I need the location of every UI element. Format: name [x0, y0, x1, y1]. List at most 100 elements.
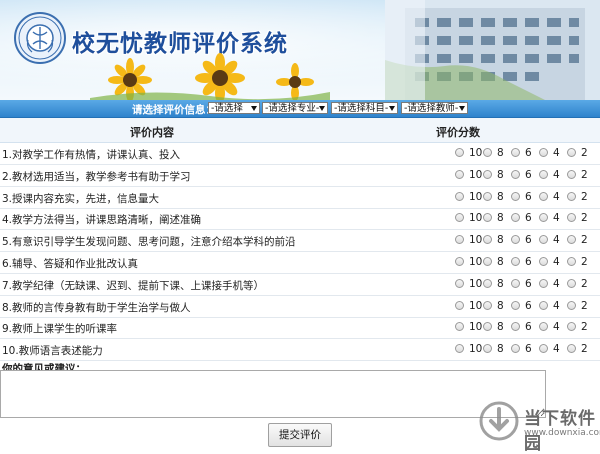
score-radio[interactable] — [539, 257, 548, 266]
score-radio[interactable] — [455, 169, 464, 179]
filter-select-subject[interactable]: -请选择科目- — [331, 102, 398, 114]
score-radio[interactable] — [567, 213, 576, 223]
score-radio[interactable] — [511, 322, 520, 332]
score-option[interactable]: 8 — [483, 234, 511, 247]
score-radio[interactable] — [455, 257, 464, 266]
score-option[interactable]: 8 — [483, 300, 511, 313]
score-option[interactable]: 4 — [539, 169, 567, 182]
score-option[interactable]: 6 — [511, 256, 539, 269]
score-option[interactable]: 10 — [455, 300, 483, 313]
score-option[interactable]: 8 — [483, 191, 511, 204]
score-option[interactable]: 6 — [511, 321, 539, 334]
score-option[interactable]: 2 — [567, 234, 595, 247]
score-radio[interactable] — [539, 191, 548, 201]
score-radio[interactable] — [567, 300, 576, 310]
score-radio[interactable] — [567, 148, 576, 157]
score-option[interactable]: 4 — [539, 343, 567, 356]
score-radio[interactable] — [511, 278, 520, 288]
score-option[interactable]: 10 — [455, 278, 483, 291]
score-option[interactable]: 10 — [455, 256, 483, 269]
score-option[interactable]: 8 — [483, 321, 511, 334]
score-radio[interactable] — [455, 300, 464, 310]
score-option[interactable]: 2 — [567, 147, 595, 160]
score-radio[interactable] — [511, 235, 520, 245]
score-option[interactable]: 4 — [539, 278, 567, 291]
score-option[interactable]: 10 — [455, 212, 483, 225]
score-option[interactable]: 10 — [455, 343, 483, 356]
score-radio[interactable] — [483, 148, 492, 157]
score-radio[interactable] — [539, 278, 548, 288]
score-option[interactable]: 6 — [511, 169, 539, 182]
score-radio[interactable] — [455, 235, 464, 245]
score-radio[interactable] — [539, 235, 548, 245]
score-radio[interactable] — [511, 300, 520, 310]
score-radio[interactable] — [567, 322, 576, 332]
score-radio[interactable] — [511, 169, 520, 179]
score-radio[interactable] — [539, 213, 548, 223]
score-option[interactable]: 8 — [483, 212, 511, 225]
score-radio[interactable] — [483, 322, 492, 332]
score-option[interactable]: 6 — [511, 278, 539, 291]
score-option[interactable]: 4 — [539, 212, 567, 225]
score-radio[interactable] — [483, 257, 492, 266]
score-option[interactable]: 2 — [567, 278, 595, 291]
score-radio[interactable] — [483, 191, 492, 201]
score-option[interactable]: 2 — [567, 169, 595, 182]
score-option[interactable]: 4 — [539, 300, 567, 313]
score-option[interactable]: 8 — [483, 278, 511, 291]
score-radio[interactable] — [483, 213, 492, 223]
score-option[interactable]: 6 — [511, 300, 539, 313]
score-option[interactable]: 10 — [455, 147, 483, 160]
score-radio[interactable] — [511, 148, 520, 157]
score-radio[interactable] — [455, 191, 464, 201]
score-radio[interactable] — [455, 322, 464, 332]
score-radio[interactable] — [483, 278, 492, 288]
score-option[interactable]: 10 — [455, 234, 483, 247]
score-option[interactable]: 10 — [455, 169, 483, 182]
score-option[interactable]: 6 — [511, 343, 539, 356]
score-option[interactable]: 2 — [567, 256, 595, 269]
submit-evaluation-button[interactable]: 提交评价 — [268, 423, 332, 447]
score-option[interactable]: 6 — [511, 147, 539, 160]
score-option[interactable]: 6 — [511, 191, 539, 204]
score-radio[interactable] — [455, 278, 464, 288]
score-radio[interactable] — [511, 344, 520, 354]
score-option[interactable]: 2 — [567, 300, 595, 313]
score-option[interactable]: 10 — [455, 191, 483, 204]
score-radio[interactable] — [511, 213, 520, 223]
score-option[interactable]: 8 — [483, 343, 511, 356]
score-option[interactable]: 6 — [511, 212, 539, 225]
score-radio[interactable] — [455, 344, 464, 354]
score-option[interactable]: 2 — [567, 321, 595, 334]
score-option[interactable]: 4 — [539, 191, 567, 204]
score-option[interactable]: 4 — [539, 321, 567, 334]
score-option[interactable]: 10 — [455, 321, 483, 334]
score-option[interactable]: 2 — [567, 343, 595, 356]
filter-select-major[interactable]: -请选择专业- — [262, 102, 328, 114]
score-radio[interactable] — [539, 344, 548, 354]
score-radio[interactable] — [567, 344, 576, 354]
score-radio[interactable] — [539, 169, 548, 179]
score-option[interactable]: 4 — [539, 256, 567, 269]
score-option[interactable]: 8 — [483, 147, 511, 160]
score-radio[interactable] — [483, 235, 492, 245]
score-radio[interactable] — [567, 169, 576, 179]
score-radio[interactable] — [483, 344, 492, 354]
filter-select-1[interactable]: -请选择 — [208, 102, 260, 114]
score-radio[interactable] — [567, 191, 576, 201]
score-radio[interactable] — [483, 169, 492, 179]
comment-textarea[interactable] — [0, 370, 546, 418]
score-radio[interactable] — [567, 257, 576, 266]
score-radio[interactable] — [455, 213, 464, 223]
score-radio[interactable] — [539, 148, 548, 157]
score-radio[interactable] — [539, 322, 548, 332]
score-option[interactable]: 2 — [567, 212, 595, 225]
score-option[interactable]: 8 — [483, 169, 511, 182]
score-radio[interactable] — [511, 257, 520, 266]
score-radio[interactable] — [539, 300, 548, 310]
score-option[interactable]: 2 — [567, 191, 595, 204]
filter-select-teacher[interactable]: -请选择教师- — [401, 102, 468, 114]
score-radio[interactable] — [511, 191, 520, 201]
score-radio[interactable] — [483, 300, 492, 310]
score-option[interactable]: 4 — [539, 234, 567, 247]
